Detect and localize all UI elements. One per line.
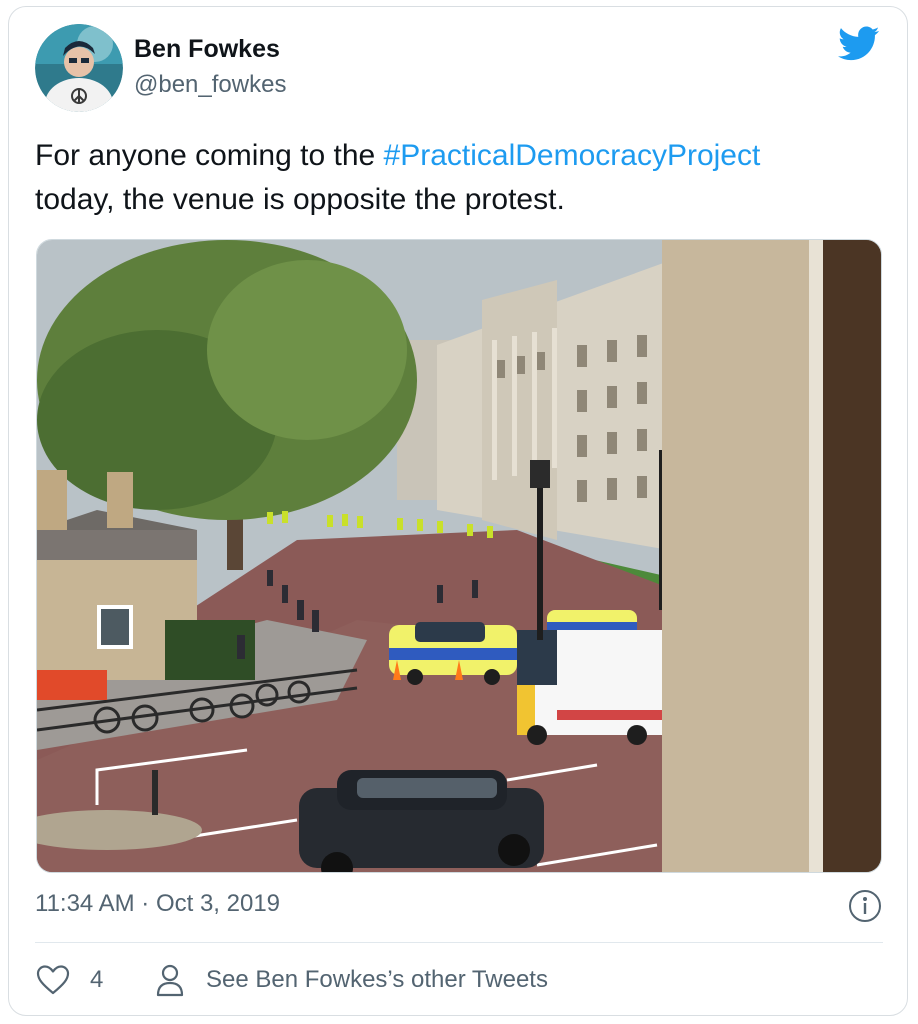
avatar-image — [35, 24, 123, 112]
tweet-text-suffix: today, the venue is opposite the protest… — [35, 183, 565, 216]
street-scene-image — [37, 240, 881, 872]
like-count[interactable]: 4 — [90, 966, 103, 994]
display-name[interactable]: Ben Fowkes — [134, 35, 280, 64]
tweet-photo[interactable] — [36, 239, 882, 873]
hashtag-link[interactable]: #PracticalDemocracyProject — [384, 139, 761, 172]
info-icon[interactable] — [848, 889, 882, 923]
twitter-bird-icon[interactable] — [838, 26, 880, 62]
user-handle[interactable]: @ben_fowkes — [134, 71, 286, 99]
divider — [35, 942, 883, 943]
tweet-text-prefix: For anyone coming to the — [35, 139, 384, 172]
avatar[interactable] — [35, 24, 123, 112]
user-icon[interactable] — [155, 963, 185, 997]
tweet-text: For anyone coming to the #PracticalDemoc… — [35, 134, 885, 222]
heart-icon[interactable] — [36, 964, 70, 996]
see-other-tweets-link[interactable]: See Ben Fowkes’s other Tweets — [206, 966, 548, 994]
tweet-timestamp[interactable]: 11:34 AM · Oct 3, 2019 — [35, 890, 280, 918]
